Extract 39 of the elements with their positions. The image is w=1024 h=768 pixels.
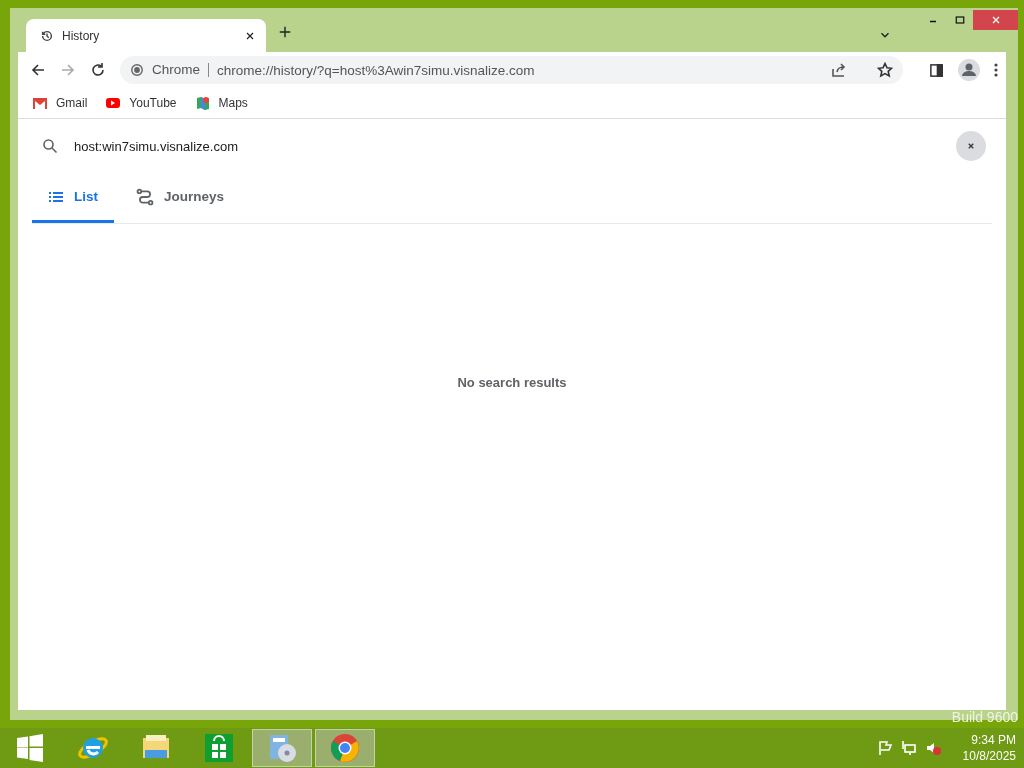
empty-message: No search results [457,374,567,390]
taskbar-app-button[interactable] [315,729,375,767]
new-tab-icon [278,25,292,39]
bookmark-link[interactable]: Gmail [56,96,88,110]
network-icon [900,740,917,756]
journeys-icon [136,187,154,206]
back-icon [30,62,46,78]
reload-icon [90,62,106,78]
volume-muted-icon[interactable] [924,740,941,756]
search-field[interactable]: host:win7simu.visnalize.com [74,138,940,154]
bookmark-link[interactable]: Maps [218,96,248,110]
view-tab[interactable]: List [32,173,114,223]
browser-tab[interactable]: History [26,19,266,52]
start-icon[interactable] [16,734,44,762]
maps-icon [194,95,211,111]
bookmark-link[interactable]: YouTube [129,96,177,110]
gmail-icon [32,95,48,111]
bookmark-star-icon [877,62,893,78]
search-icon [42,138,58,154]
taskbar-app-button[interactable] [252,729,312,767]
clock-date: 10/8/2025 [962,748,1016,764]
side-panel-icon [929,62,944,78]
history-icon [40,28,54,43]
maximize-icon [953,14,966,26]
site-chip: Chrome [152,63,209,77]
forward-icon [60,62,76,78]
view-tab[interactable]: Journeys [120,173,241,223]
youtube-icon [105,95,122,111]
menu-icon[interactable] [994,62,998,78]
clear-search-button[interactable] [956,131,986,161]
address-bar[interactable]: Chrome chrome://history/?q=host%3Awin7simu.visnalize.com [120,56,903,84]
chrome-icon [329,732,361,764]
globe-icon [130,63,144,77]
clock-time: 9:34 PM [971,732,1016,748]
store-icon [203,732,235,764]
profile-avatar-icon[interactable] [958,59,980,81]
url-text: chrome://history/?q=host%3Awin7simu.visnalize.com [217,62,536,78]
share-icon [831,62,847,78]
flag-icon [876,740,893,756]
